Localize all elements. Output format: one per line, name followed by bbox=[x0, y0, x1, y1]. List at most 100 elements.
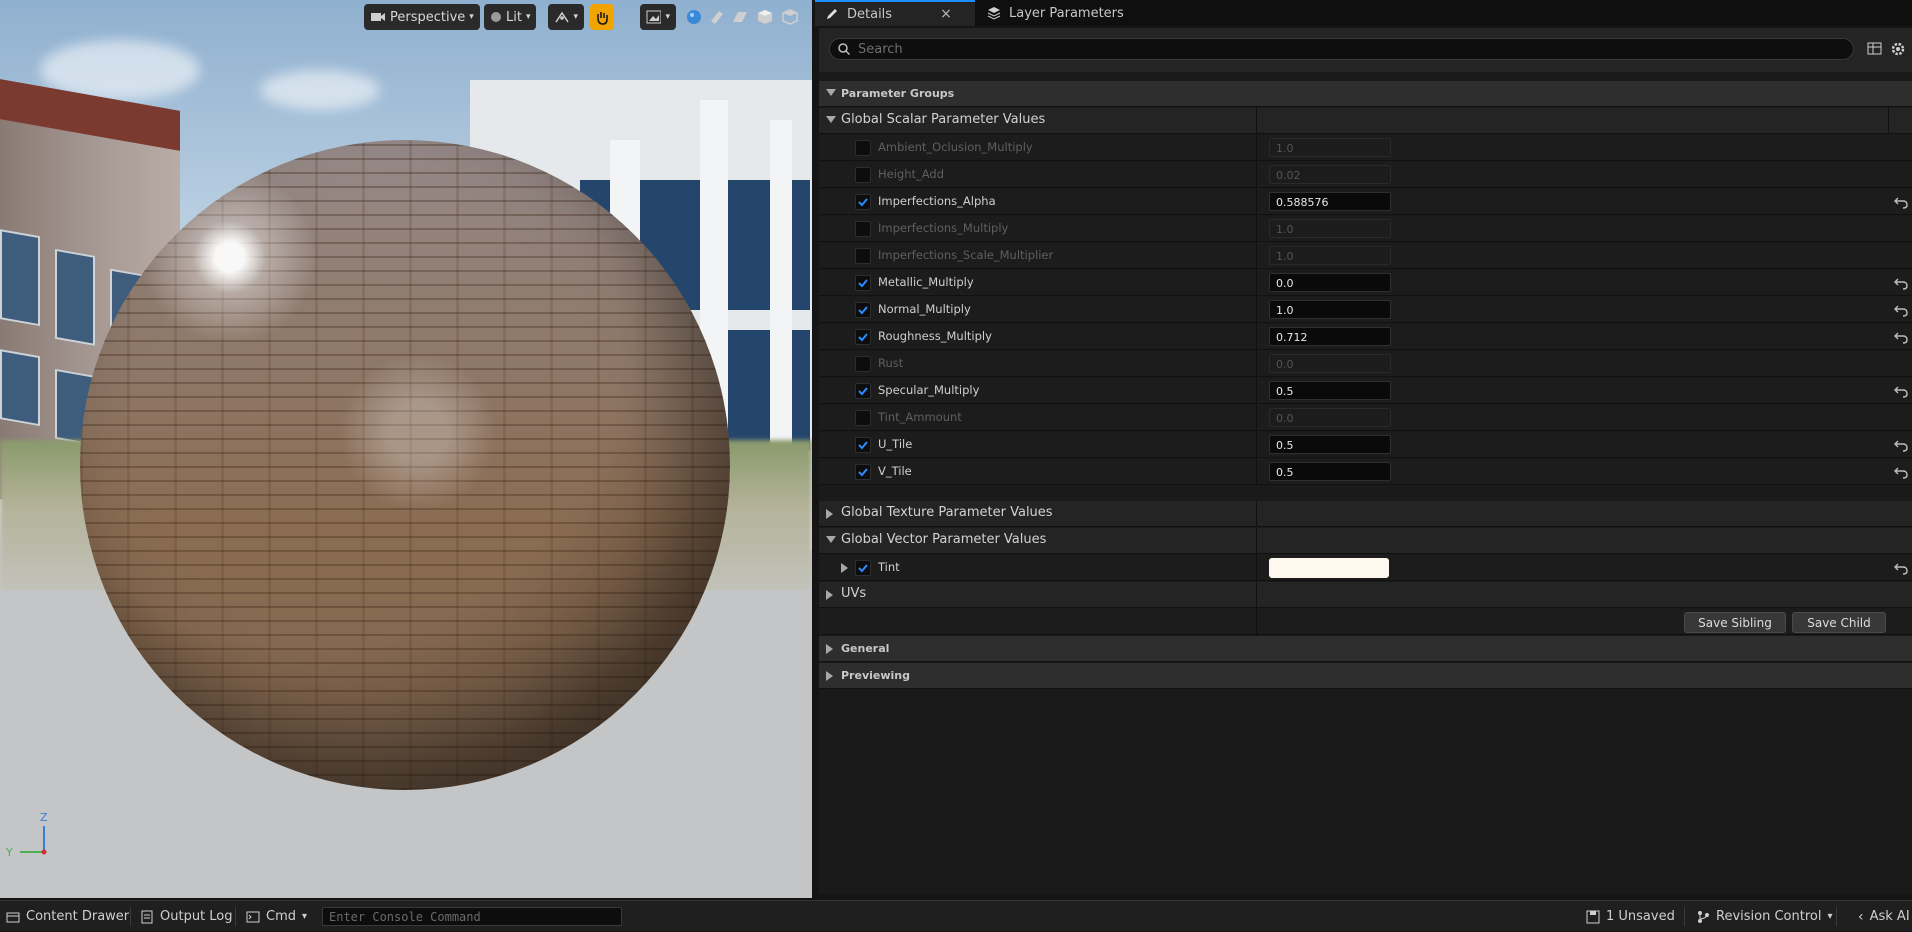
expand-arrow-icon[interactable] bbox=[826, 590, 833, 600]
viewport[interactable]: Perspective ▾ Lit ▾ ▾ ▾ Z Y bbox=[0, 0, 812, 898]
search-input[interactable] bbox=[856, 40, 1836, 58]
group-global-scalar[interactable]: Global Scalar Parameter Values bbox=[819, 108, 1912, 134]
param-value-input[interactable]: 0.5 bbox=[1269, 381, 1391, 400]
reset-to-default-icon[interactable] bbox=[1894, 195, 1908, 209]
param-enable-checkbox[interactable] bbox=[855, 560, 871, 576]
param-value-input[interactable]: 0.5 bbox=[1269, 435, 1391, 454]
column-splitter[interactable] bbox=[1256, 108, 1257, 134]
material-preview-sphere[interactable] bbox=[80, 140, 730, 790]
param-enable-checkbox[interactable] bbox=[855, 356, 871, 372]
param-value-input[interactable]: 0.588576 bbox=[1269, 192, 1391, 211]
param-value-input[interactable]: 1.0 bbox=[1269, 300, 1391, 319]
output-log-button[interactable]: Output Log bbox=[140, 901, 233, 932]
param-enable-checkbox[interactable] bbox=[855, 194, 871, 210]
section-previewing[interactable]: Previewing bbox=[819, 663, 1912, 689]
column-splitter[interactable] bbox=[1256, 582, 1257, 608]
save-sibling-button[interactable]: Save Sibling bbox=[1684, 612, 1786, 633]
expand-arrow-icon[interactable] bbox=[826, 509, 833, 519]
reset-to-default-icon[interactable] bbox=[1894, 438, 1908, 452]
lit-dropdown[interactable]: Lit ▾ bbox=[484, 4, 537, 30]
collapse-arrow-icon[interactable] bbox=[826, 536, 836, 543]
column-splitter[interactable] bbox=[1256, 243, 1257, 269]
revision-control-dropdown[interactable]: Revision Control ▾ bbox=[1696, 901, 1833, 932]
perspective-dropdown[interactable]: Perspective ▾ bbox=[364, 4, 480, 30]
column-splitter[interactable] bbox=[1256, 162, 1257, 188]
show-flags-dropdown[interactable]: ▾ bbox=[548, 4, 584, 30]
section-parameter-groups[interactable]: Parameter Groups bbox=[819, 81, 1912, 107]
collapse-arrow-icon[interactable] bbox=[826, 116, 836, 123]
column-splitter[interactable] bbox=[1256, 189, 1257, 215]
output-log-label: Output Log bbox=[160, 909, 233, 924]
close-icon[interactable]: × bbox=[940, 6, 952, 22]
search-box[interactable] bbox=[829, 38, 1854, 60]
sphere-preview-icon[interactable] bbox=[686, 9, 702, 25]
game-view-toggle[interactable] bbox=[590, 4, 614, 30]
expand-arrow-icon[interactable] bbox=[826, 644, 833, 654]
param-enable-checkbox[interactable] bbox=[855, 302, 871, 318]
param-enable-checkbox[interactable] bbox=[855, 248, 871, 264]
param-enable-checkbox[interactable] bbox=[855, 464, 871, 480]
param-enable-checkbox[interactable] bbox=[855, 221, 871, 237]
expand-arrow-icon[interactable] bbox=[826, 671, 833, 681]
perspective-label: Perspective bbox=[390, 9, 466, 25]
realtime-icon bbox=[555, 11, 569, 23]
param-enable-checkbox[interactable] bbox=[855, 437, 871, 453]
column-splitter[interactable] bbox=[1256, 351, 1257, 377]
param-value-input[interactable]: 0.0 bbox=[1269, 273, 1391, 292]
custom-mesh-preview-icon[interactable] bbox=[782, 9, 798, 25]
column-splitter[interactable] bbox=[1256, 216, 1257, 242]
table-view-icon[interactable] bbox=[1867, 41, 1883, 57]
reset-to-default-icon[interactable] bbox=[1894, 276, 1908, 290]
column-splitter[interactable] bbox=[1256, 405, 1257, 431]
reset-to-default-icon[interactable] bbox=[1894, 384, 1908, 398]
param-enable-checkbox[interactable] bbox=[855, 329, 871, 345]
reset-to-default-icon[interactable] bbox=[1894, 465, 1908, 479]
scalar-param-row: Height_Add 0.02 bbox=[819, 162, 1912, 188]
column-splitter[interactable] bbox=[1256, 378, 1257, 404]
expand-arrow-icon[interactable] bbox=[841, 563, 848, 573]
section-general[interactable]: General bbox=[819, 636, 1912, 662]
param-value-input[interactable]: 0.5 bbox=[1269, 462, 1391, 481]
content-drawer-button[interactable]: Content Drawer bbox=[6, 901, 129, 932]
column-splitter[interactable] bbox=[1256, 528, 1257, 554]
reset-to-default-icon[interactable] bbox=[1894, 561, 1908, 575]
camera-icon bbox=[371, 13, 385, 21]
param-enable-checkbox[interactable] bbox=[855, 275, 871, 291]
param-enable-checkbox[interactable] bbox=[855, 167, 871, 183]
column-splitter[interactable] bbox=[1256, 459, 1257, 485]
reset-to-default-icon[interactable] bbox=[1894, 303, 1908, 317]
cmd-dropdown[interactable]: Cmd ▾ bbox=[246, 901, 307, 932]
gear-icon[interactable] bbox=[1890, 41, 1906, 57]
column-splitter[interactable] bbox=[1256, 501, 1257, 527]
column-splitter[interactable] bbox=[1256, 432, 1257, 458]
unsaved-button[interactable]: 1 Unsaved bbox=[1586, 901, 1675, 932]
column-splitter[interactable] bbox=[1256, 555, 1257, 581]
column-splitter[interactable] bbox=[1256, 135, 1257, 161]
param-enable-checkbox[interactable] bbox=[855, 140, 871, 156]
tab-layer-parameters[interactable]: Layer Parameters bbox=[977, 0, 1134, 26]
param-enable-checkbox[interactable] bbox=[855, 383, 871, 399]
ask-ai-button[interactable]: ‹ Ask AI bbox=[1858, 901, 1910, 932]
cylinder-preview-icon[interactable] bbox=[709, 9, 725, 25]
column-splitter[interactable] bbox=[1256, 297, 1257, 323]
param-value-input: 0.0 bbox=[1269, 354, 1391, 373]
collapse-arrow-icon[interactable] bbox=[826, 89, 836, 96]
reset-to-default-icon[interactable] bbox=[1894, 330, 1908, 344]
cube-preview-icon[interactable] bbox=[757, 9, 773, 25]
group-uvs[interactable]: UVs bbox=[819, 582, 1912, 608]
color-swatch[interactable] bbox=[1269, 558, 1389, 578]
save-child-button[interactable]: Save Child bbox=[1792, 612, 1886, 633]
column-splitter[interactable] bbox=[1256, 270, 1257, 296]
param-name: V_Tile bbox=[878, 464, 912, 478]
layers-icon bbox=[987, 7, 1001, 20]
tab-details[interactable]: Details × bbox=[815, 0, 975, 26]
param-value-input[interactable]: 0.712 bbox=[1269, 327, 1391, 346]
console-command-input[interactable] bbox=[322, 907, 622, 926]
preview-mesh-dropdown[interactable]: ▾ bbox=[640, 4, 676, 30]
scalar-param-row: U_Tile 0.5 bbox=[819, 432, 1912, 458]
plane-preview-icon[interactable] bbox=[732, 9, 748, 25]
param-enable-checkbox[interactable] bbox=[855, 410, 871, 426]
group-global-texture[interactable]: Global Texture Parameter Values bbox=[819, 501, 1912, 527]
group-global-vector[interactable]: Global Vector Parameter Values bbox=[819, 528, 1912, 554]
column-splitter[interactable] bbox=[1256, 324, 1257, 350]
